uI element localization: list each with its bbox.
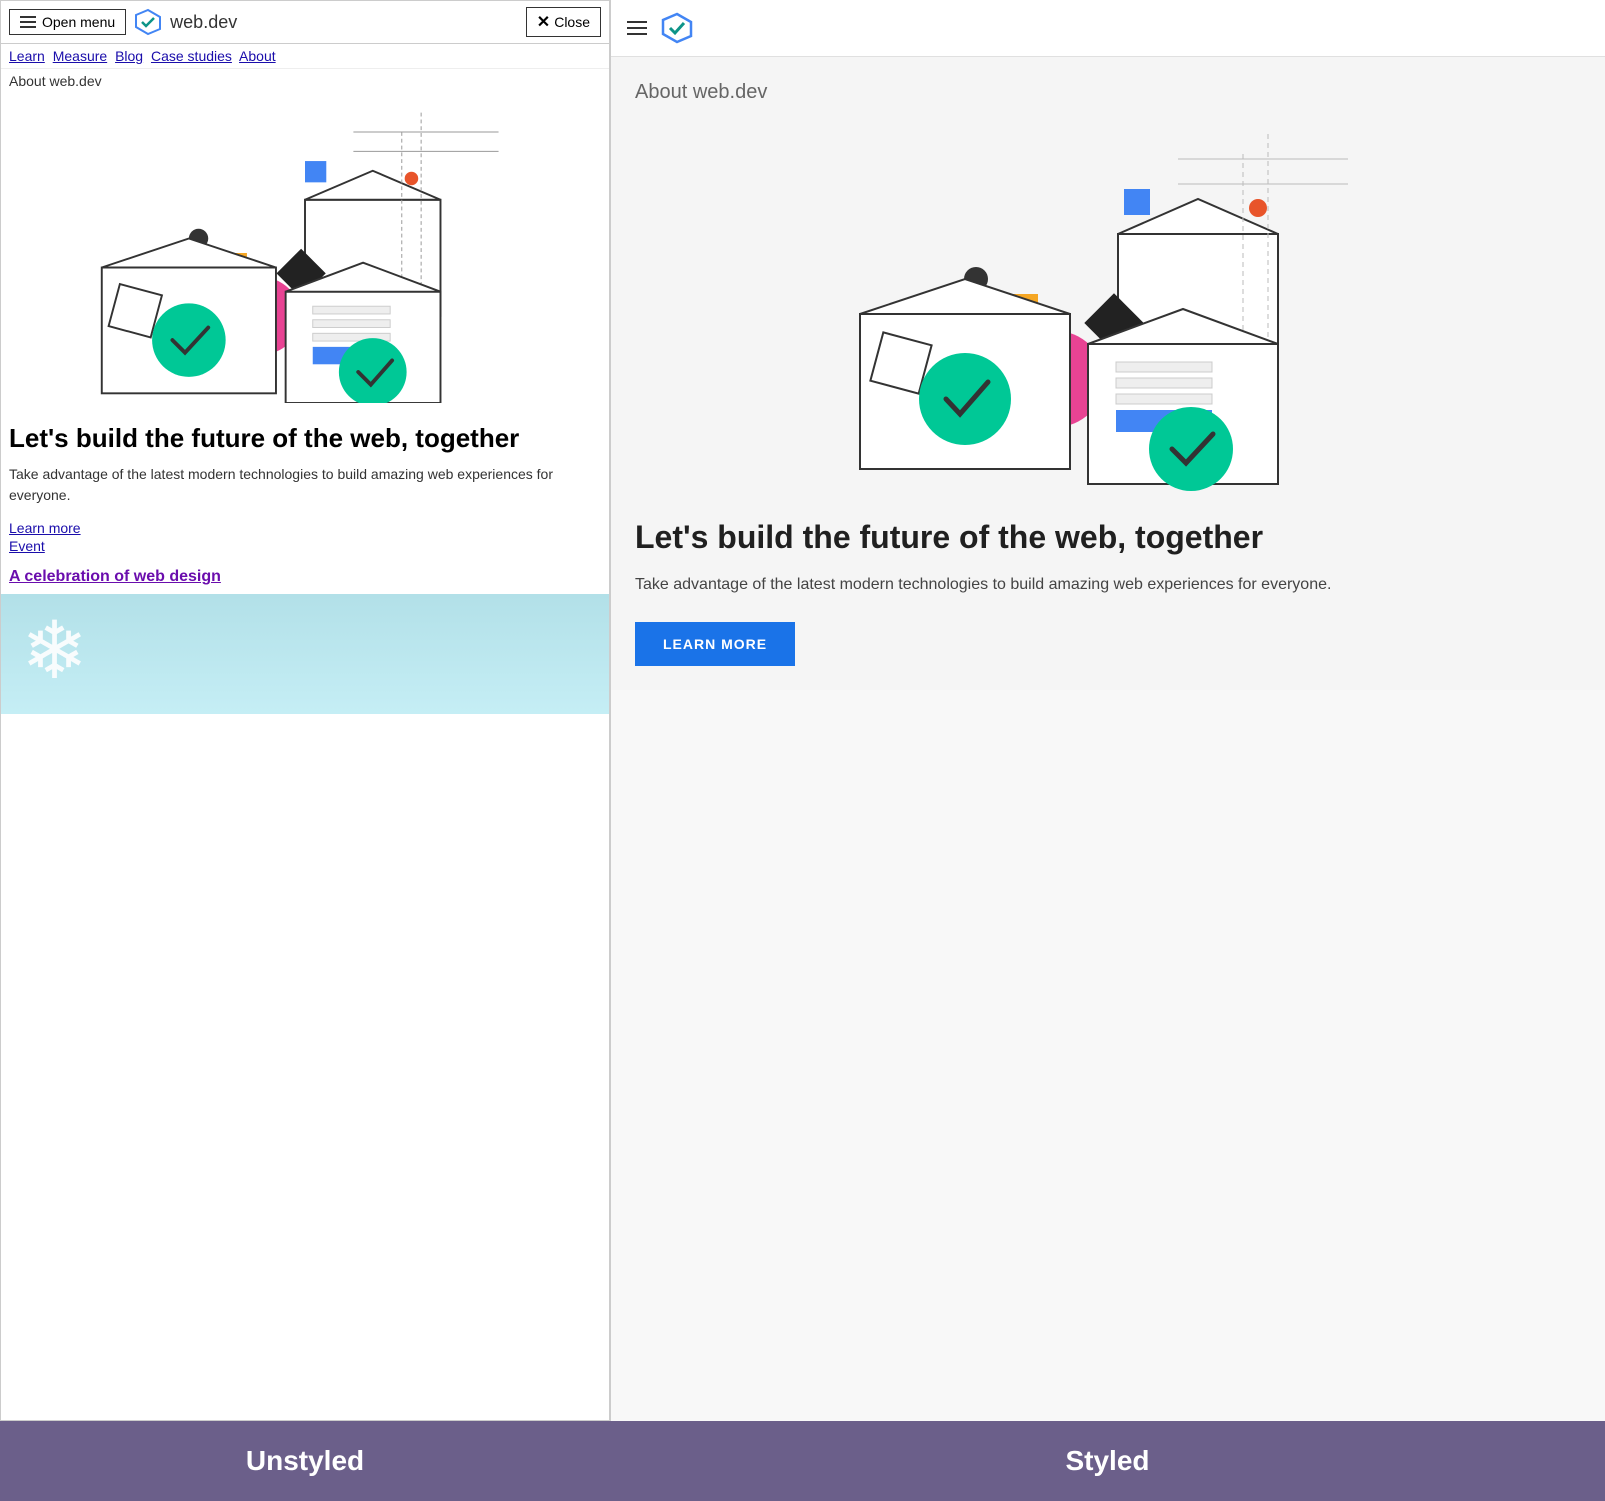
webdev-logo-styled	[661, 12, 693, 44]
celebration-link[interactable]: A celebration of web design	[9, 568, 221, 585]
unstyled-panel: Open menu web.dev ✕ Close Learn Measure …	[0, 0, 610, 1421]
event-link-unstyled-small[interactable]: Event	[9, 538, 601, 554]
close-x-icon: ✕	[537, 12, 550, 32]
nav-link-about[interactable]: About	[239, 48, 276, 64]
close-label: Close	[554, 14, 590, 30]
hamburger-icon-styled[interactable]	[627, 21, 647, 35]
styled-label-bar: Styled	[610, 1421, 1605, 1501]
styled-about-label: About web.dev	[635, 81, 1581, 104]
unstyled-heading: Let's build the future of the web, toget…	[1, 413, 609, 460]
styled-body-text: Take advantage of the latest modern tech…	[635, 572, 1581, 598]
open-menu-label: Open menu	[42, 14, 115, 30]
open-menu-button[interactable]: Open menu	[9, 9, 126, 35]
close-button[interactable]: ✕ Close	[526, 7, 601, 37]
styled-panel: About web.dev	[610, 0, 1605, 1421]
nav-link-learn[interactable]: Learn	[9, 48, 45, 64]
styled-top-bar	[611, 0, 1605, 57]
styled-content: About web.dev	[611, 57, 1605, 690]
unstyled-label: Unstyled	[246, 1445, 364, 1477]
hamburger-icon	[20, 16, 36, 28]
nav-link-measure[interactable]: Measure	[53, 48, 107, 64]
unstyled-label-bar: Unstyled	[0, 1421, 610, 1501]
event-section-unstyled: A celebration of web design	[1, 560, 609, 594]
styled-label: Styled	[1065, 1445, 1149, 1477]
top-bar-left: Open menu web.dev	[9, 8, 237, 36]
nav-link-case-studies[interactable]: Case studies	[151, 48, 232, 64]
unstyled-about-label: About web.dev	[1, 69, 609, 93]
site-title: web.dev	[170, 12, 237, 33]
styled-heading: Let's build the future of the web, toget…	[635, 518, 1581, 556]
unstyled-body-text: Take advantage of the latest modern tech…	[1, 460, 609, 516]
learn-more-link-unstyled[interactable]: Learn more	[9, 520, 601, 536]
learn-more-button[interactable]: LEARN MORE	[635, 622, 795, 666]
nav-link-blog[interactable]: Blog	[115, 48, 143, 64]
nav-links: Learn Measure Blog Case studies About	[1, 44, 609, 69]
unstyled-illustration	[1, 93, 609, 413]
bottom-labels: Unstyled Styled	[0, 1421, 1605, 1501]
unstyled-top-bar: Open menu web.dev ✕ Close	[1, 1, 609, 44]
unstyled-links: Learn more Event	[1, 516, 609, 560]
snowflake-preview	[1, 594, 609, 714]
webdev-logo-icon	[134, 8, 162, 36]
styled-illustration	[635, 124, 1581, 494]
